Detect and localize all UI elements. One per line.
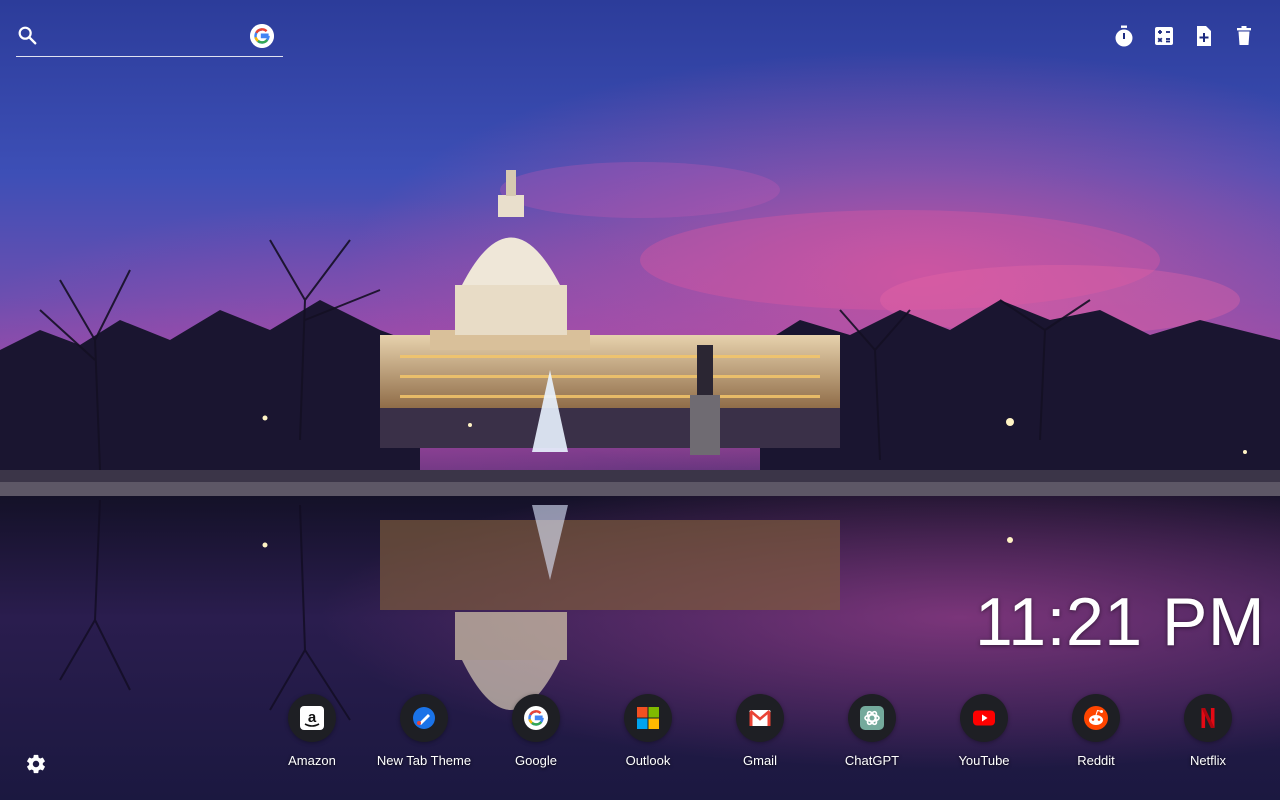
google-icon[interactable] [250,24,274,48]
shortcut-label: ChatGPT [844,753,900,768]
shortcut-gmail-circle [736,694,784,742]
search-input[interactable] [46,24,260,50]
shortcut-amazon-circle: a [288,694,336,742]
timer-icon[interactable] [1112,24,1136,48]
shortcut-label: Outlook [625,753,671,768]
delete-icon[interactable] [1232,24,1256,48]
outlook-icon [637,707,659,729]
gear-icon[interactable] [25,753,47,775]
shortcut-outlook-circle [624,694,672,742]
svg-text:a: a [308,709,317,726]
shortcut-label: YouTube [958,753,1010,768]
shortcut-amazon[interactable]: a Amazon [262,694,362,774]
new-tab-theme-icon [413,707,435,729]
shortcut-netflix[interactable]: Netflix [1158,694,1258,774]
netflix-icon [1201,708,1215,728]
shortcut-google-circle [512,694,560,742]
shortcut-reddit[interactable]: Reddit [1046,694,1146,774]
search-icon[interactable] [16,24,38,46]
shortcut-google[interactable]: Google [486,694,586,774]
shortcut-label: Gmail [743,753,777,768]
chatgpt-icon [860,706,884,730]
amazon-icon: a [300,706,324,730]
shortcut-new-tab-theme-circle [400,694,448,742]
shortcut-label: New Tab Theme [376,753,472,768]
google-icon [524,706,548,730]
shortcut-netflix-circle [1184,694,1232,742]
shortcut-label: Reddit [1077,753,1115,768]
calculator-icon[interactable] [1152,24,1176,48]
top-toolbar [1112,24,1262,50]
shortcut-chatgpt-circle [848,694,896,742]
search-bar[interactable] [16,18,283,57]
shortcut-reddit-circle [1072,694,1120,742]
add-note-icon[interactable] [1192,24,1216,48]
shortcut-youtube-circle [960,694,1008,742]
clock-time: 11:21 PM [974,584,1265,660]
shortcut-label: Google [515,753,557,768]
background-wallpaper [0,0,1280,800]
shortcut-youtube[interactable]: YouTube [934,694,1034,774]
shortcut-label: Netflix [1189,753,1227,768]
shortcut-label: Amazon [288,753,336,768]
youtube-icon [973,710,995,726]
shortcut-outlook[interactable]: Outlook [598,694,698,774]
shortcut-new-tab-theme[interactable]: New Tab Theme [374,694,474,774]
reddit-icon [1084,706,1108,730]
shortcut-gmail[interactable]: Gmail [710,694,810,774]
shortcut-chatgpt[interactable]: ChatGPT [822,694,922,774]
gmail-icon [749,710,771,726]
